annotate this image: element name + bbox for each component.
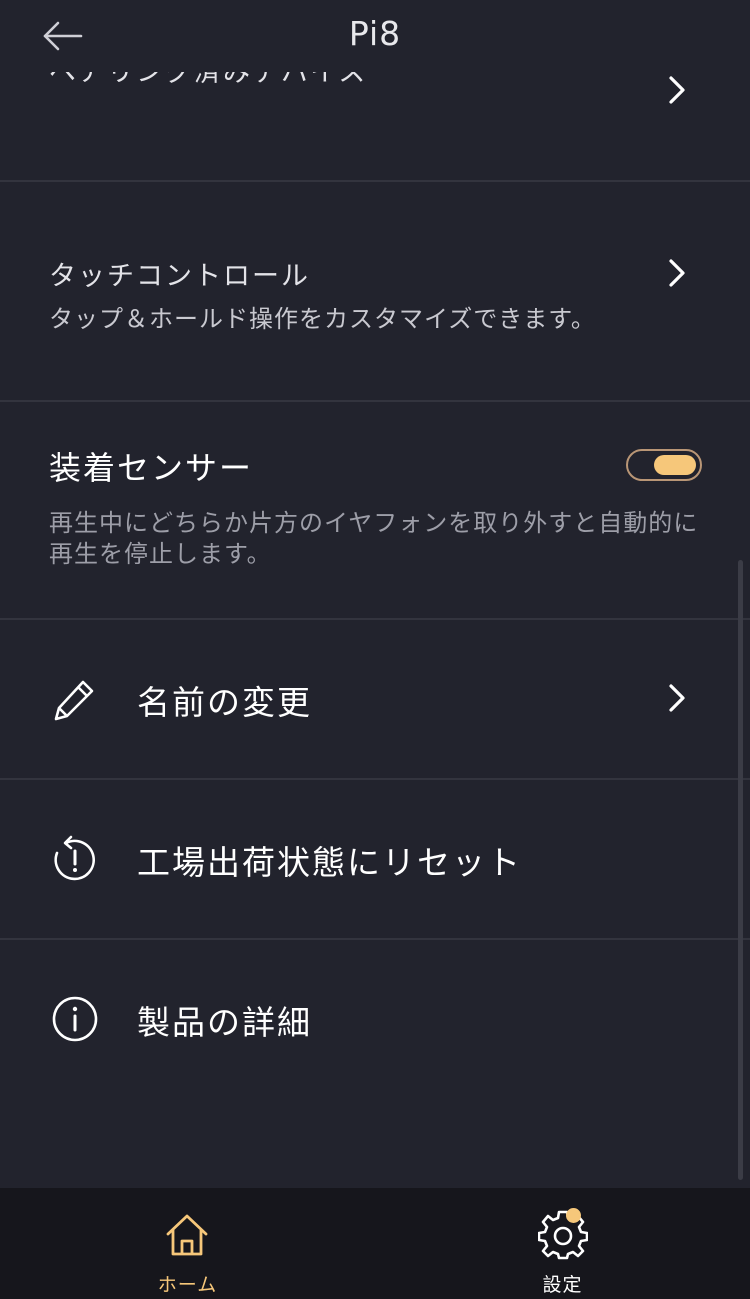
factory-reset-row[interactable]: 工場出荷状態にリセット	[0, 778, 750, 940]
bottom-tab-bar: ホーム 設定	[0, 1188, 750, 1299]
wear-sensor-description: 再生中にどちらか片方のイヤフォンを取り外すと自動的に再生を停止します。	[49, 509, 699, 568]
wear-sensor-title: 装着センサー	[49, 449, 254, 487]
factory-reset-label: 工場出荷状態にリセット	[137, 843, 522, 882]
touch-control-row[interactable]: タッチコントロール タップ＆ホールド操作をカスタマイズできます。	[0, 180, 750, 402]
pencil-icon	[54, 680, 94, 721]
rename-row[interactable]: 名前の変更	[0, 618, 750, 780]
touch-control-title: タッチコントロール	[49, 261, 310, 292]
scrollbar[interactable]	[738, 560, 743, 1180]
app-header: Pi8	[0, 0, 750, 72]
chevron-right-icon	[669, 76, 685, 104]
wear-sensor-toggle[interactable]	[626, 449, 702, 481]
tab-home-label: ホーム	[157, 1274, 218, 1296]
home-icon	[166, 1214, 208, 1256]
tab-settings-label: 設定	[542, 1274, 583, 1296]
tab-settings[interactable]: 設定	[375, 1188, 750, 1299]
info-icon	[52, 996, 98, 1042]
paired-devices-label: ペアリング済みデバイス	[49, 72, 368, 88]
toggle-knob	[654, 455, 696, 475]
settings-notification-badge	[566, 1208, 581, 1223]
page-title: Pi8	[348, 14, 402, 53]
chevron-right-icon	[669, 259, 685, 287]
reset-icon	[54, 835, 96, 881]
settings-content: ペアリング済みデバイス タッチコントロール タップ＆ホールド操作をカスタマイズで…	[0, 0, 750, 1188]
touch-control-description: タップ＆ホールド操作をカスタマイズできます。	[49, 305, 596, 333]
rename-label: 名前の変更	[137, 683, 312, 722]
tab-home[interactable]: ホーム	[0, 1188, 375, 1299]
product-details-row[interactable]: 製品の詳細	[0, 938, 750, 1100]
chevron-right-icon	[669, 684, 685, 712]
product-details-label: 製品の詳細	[137, 1003, 312, 1042]
